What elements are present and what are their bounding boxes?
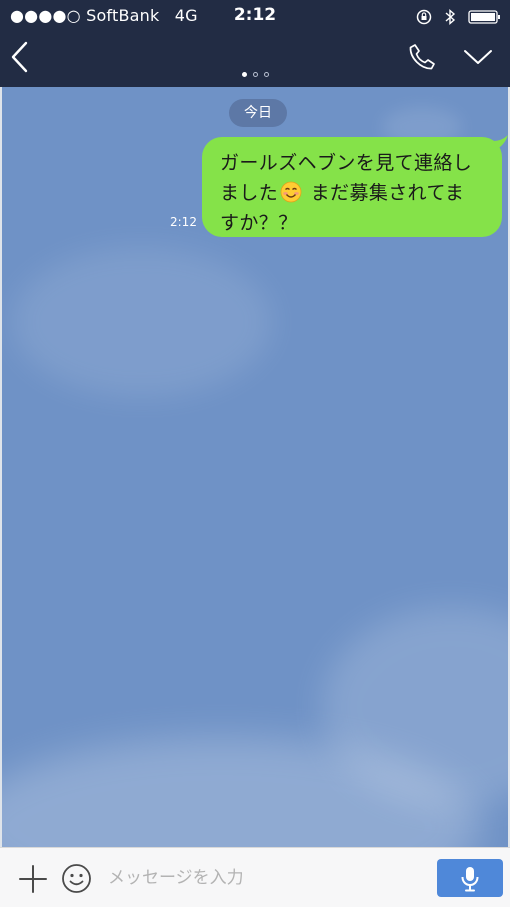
status-bar: ●●●●○ SoftBank 4G 2:12	[0, 0, 510, 30]
message-line-3: すか？？	[220, 212, 298, 234]
message-input-bar	[0, 847, 510, 907]
page-indicator	[0, 72, 510, 77]
date-separator: 今日	[229, 99, 287, 127]
message-line-2: ました まだ募集されてま	[220, 178, 490, 208]
page-dot	[263, 72, 269, 77]
message-input[interactable]	[108, 862, 423, 894]
page-dot-active	[241, 72, 247, 77]
chevron-down-icon[interactable]	[462, 47, 494, 67]
chat-area[interactable]: 今日 ガールズヘブンを見て連絡し ました まだ募集されてま すか？？ 2:12	[0, 87, 510, 847]
rotation-lock-icon	[416, 9, 432, 24]
background-cloud	[12, 247, 272, 397]
battery-icon	[468, 9, 500, 24]
message-line-1: ガールズヘブンを見て連絡し	[220, 152, 473, 174]
message-text-segment: まだ募集されてま	[304, 182, 465, 204]
phone-icon[interactable]	[407, 42, 437, 72]
bluetooth-icon	[445, 8, 455, 25]
smiling-face-emoji	[280, 181, 302, 203]
chat-header	[0, 30, 510, 87]
emoji-icon[interactable]	[61, 863, 92, 894]
message-timestamp: 2:12	[170, 215, 197, 229]
outgoing-message-bubble[interactable]: ガールズヘブンを見て連絡し ました まだ募集されてま すか？？	[202, 137, 502, 237]
status-icons	[416, 6, 502, 25]
back-chevron-icon[interactable]	[8, 40, 32, 74]
message-text-segment: ました	[220, 182, 279, 204]
microphone-button[interactable]	[437, 859, 503, 897]
page-dot	[252, 72, 258, 77]
microphone-icon	[461, 867, 479, 892]
plus-icon[interactable]	[18, 864, 48, 894]
